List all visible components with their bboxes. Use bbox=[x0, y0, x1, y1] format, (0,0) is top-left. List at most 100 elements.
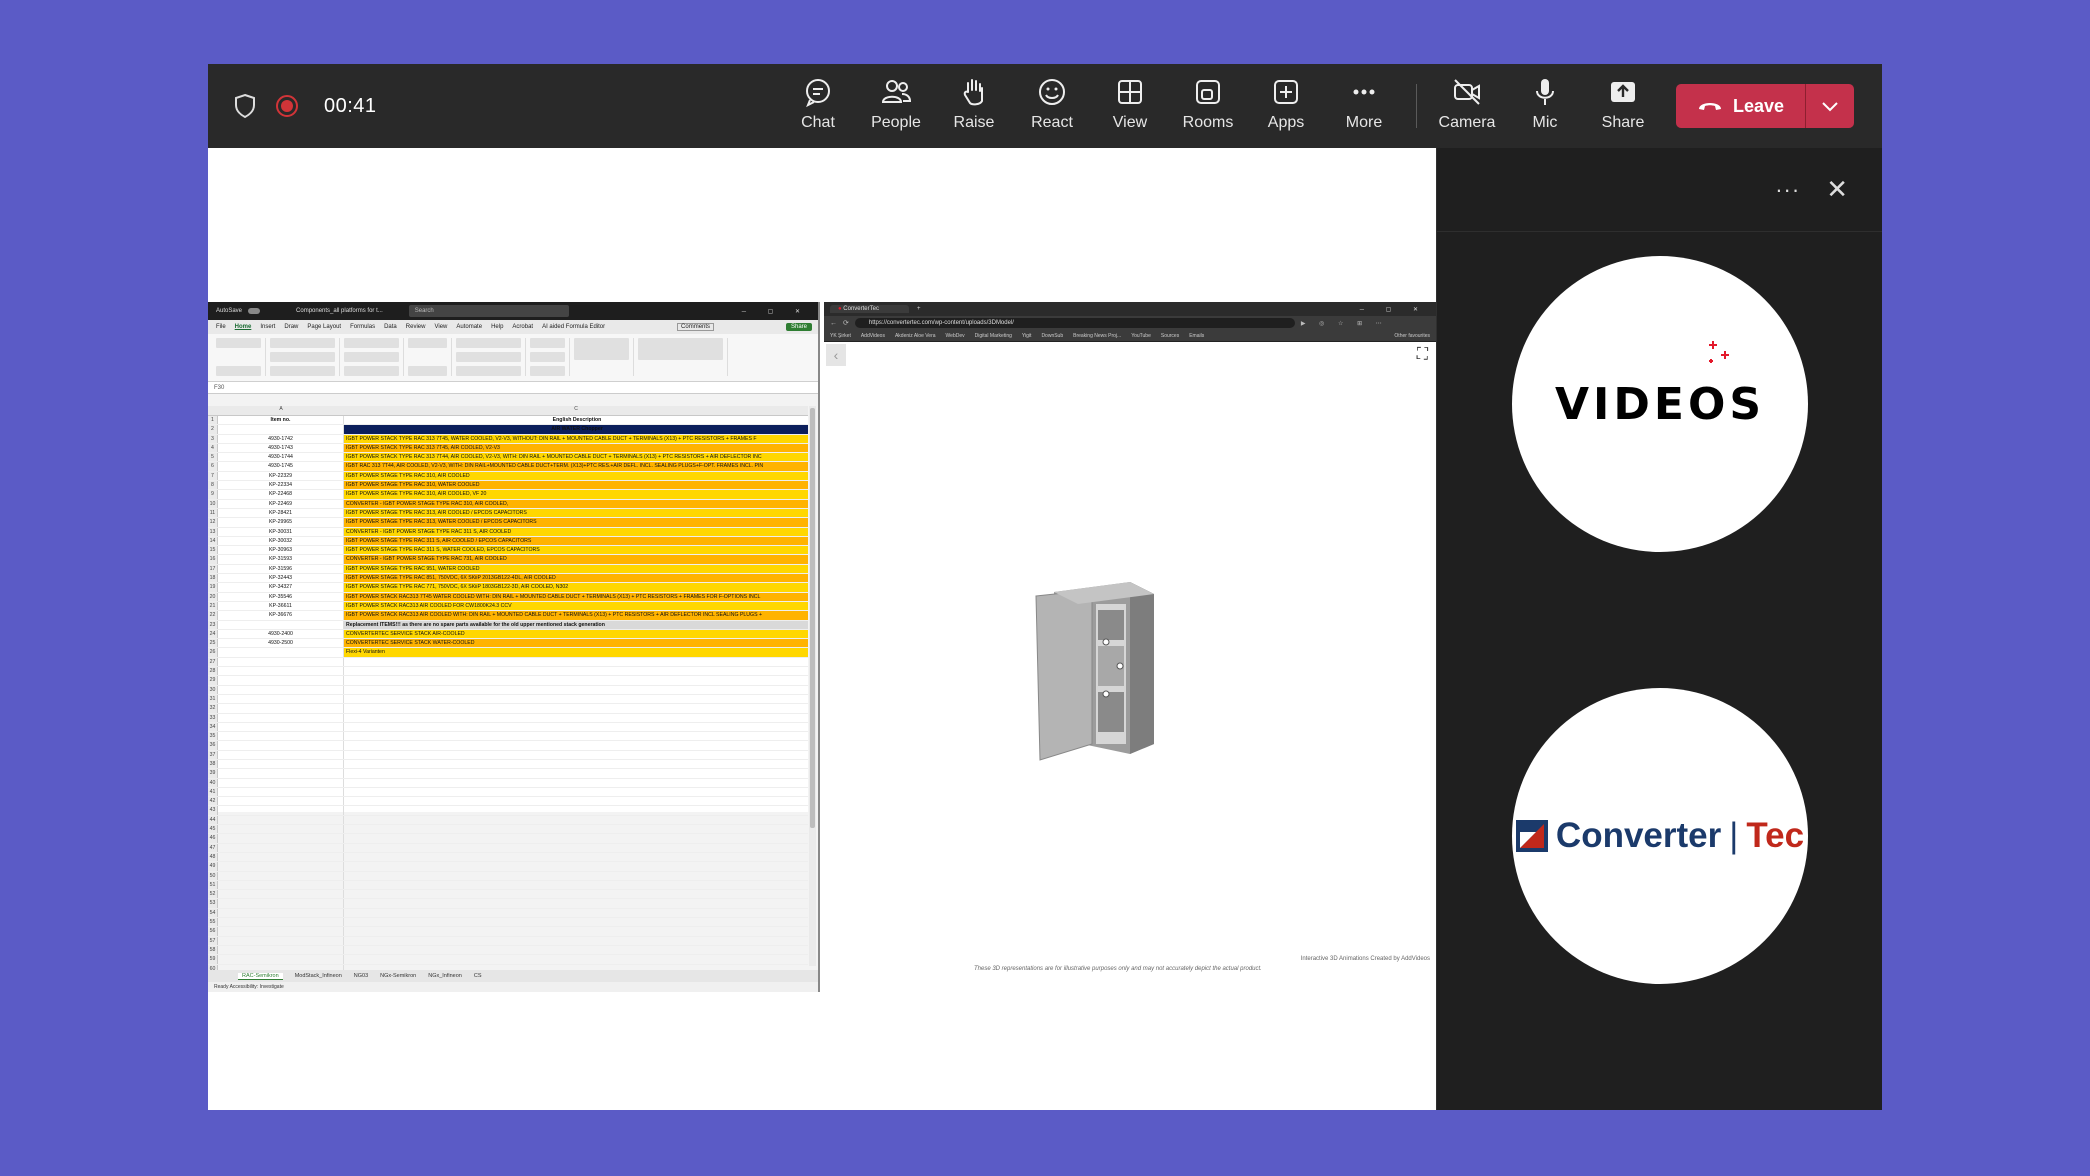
menu-insert[interactable]: Insert bbox=[260, 324, 275, 330]
view-button[interactable]: View bbox=[1095, 76, 1165, 138]
bookmark[interactable]: DownSub bbox=[1041, 333, 1063, 339]
empty-row[interactable]: 54 bbox=[208, 908, 808, 919]
camera-button[interactable]: Camera bbox=[1432, 76, 1502, 138]
table-row[interactable]: 1 Item no. English Description bbox=[208, 416, 808, 426]
item-number-cell[interactable] bbox=[218, 648, 344, 657]
description-cell[interactable]: IGBT POWER STACK TYPE RAC 313 7T44, AIR … bbox=[344, 453, 808, 462]
item-number-cell[interactable]: 4930-1744 bbox=[218, 453, 344, 462]
item-number-cell[interactable]: 4930-2400 bbox=[218, 629, 344, 639]
item-number-cell[interactable]: 4930-2500 bbox=[218, 639, 344, 648]
description-cell[interactable]: IGBT POWER STACK RAC313 AIR COOLED WITH:… bbox=[344, 611, 808, 620]
menu-ai-formula[interactable]: AI aided Formula Editor bbox=[542, 324, 605, 330]
table-row[interactable]: 15 KP-30963 IGBT POWER STAGE TYPE RAC 311 … bbox=[208, 546, 808, 556]
empty-row[interactable]: 41 bbox=[208, 787, 808, 798]
item-number-cell[interactable]: KP-31593 bbox=[218, 555, 344, 564]
empty-row[interactable]: 43 bbox=[208, 806, 808, 816]
table-row[interactable]: 12 KP-29965 IGBT POWER STAGE TYPE RAC 313,… bbox=[208, 518, 808, 528]
empty-row[interactable]: 51 bbox=[208, 880, 808, 891]
table-row[interactable]: 8 KP-22334 IGBT POWER STAGE TYPE RAC 310, … bbox=[208, 481, 808, 491]
description-cell[interactable]: IGBT POWER STAGE TYPE RAC 951, WATER COO… bbox=[344, 564, 808, 574]
description-cell[interactable]: IGBT POWER STAGE TYPE RAC 771, 750VDC, 6… bbox=[344, 583, 808, 592]
mic-button[interactable]: Mic bbox=[1510, 76, 1580, 138]
description-cell[interactable]: CONVERTERTEC SERVICE STACK AIR-COOLED bbox=[344, 629, 808, 639]
sheet-tab-ngx-semikron[interactable]: NGx-Semikron bbox=[380, 973, 416, 979]
menu-home[interactable]: Home bbox=[235, 324, 252, 330]
menu-automate[interactable]: Automate bbox=[456, 324, 482, 330]
ribbon-acrobat[interactable] bbox=[638, 338, 728, 376]
ribbon-clipboard[interactable] bbox=[216, 338, 266, 376]
empty-row[interactable]: 44 bbox=[208, 815, 808, 826]
item-number-cell[interactable]: KP-28421 bbox=[218, 508, 344, 518]
sheet-tab-rac-semikron[interactable]: RAC-Semikron bbox=[238, 972, 283, 980]
item-number-cell[interactable]: KP-22329 bbox=[218, 471, 344, 481]
table-row[interactable]: 3 4930-1742 IGBT POWER STACK TYPE RAC 313 … bbox=[208, 434, 808, 444]
item-number-cell[interactable]: KP-36611 bbox=[218, 601, 344, 611]
cabinet-3d-model[interactable] bbox=[1032, 574, 1162, 764]
window-controls[interactable]: ─ ▢ ✕ bbox=[742, 308, 810, 315]
fullscreen-icon[interactable]: ⛶ bbox=[1417, 346, 1428, 364]
description-cell[interactable]: CONVERTERTEC SERVICE STACK WATER-COOLED bbox=[344, 639, 808, 648]
empty-row[interactable]: 48 bbox=[208, 852, 808, 863]
browser-tab[interactable]: ● ConverterTec bbox=[830, 305, 909, 313]
empty-row[interactable]: 32 bbox=[208, 704, 808, 714]
window-controls[interactable]: ─ ▢ ✕ bbox=[1360, 306, 1428, 313]
table-row[interactable]: 7 KP-22329 IGBT POWER STAGE TYPE RAC 310, … bbox=[208, 471, 808, 482]
empty-row[interactable]: 52 bbox=[208, 890, 808, 900]
table-row[interactable]: 26 Flexi-4 Varianten bbox=[208, 648, 808, 658]
table-row[interactable]: 5 4930-1744 IGBT POWER STACK TYPE RAC 313 … bbox=[208, 453, 808, 463]
empty-row[interactable]: 30 bbox=[208, 685, 808, 695]
leave-button[interactable]: Leave bbox=[1676, 84, 1806, 128]
bookmark[interactable]: Other favourites bbox=[1394, 333, 1430, 339]
participant-tile-videos[interactable]: VIDEOS bbox=[1512, 256, 1808, 552]
empty-row[interactable]: 50 bbox=[208, 871, 808, 881]
description-cell[interactable]: IGBT POWER STAGE TYPE RAC 310, WATER COO… bbox=[344, 481, 808, 490]
table-row[interactable]: 6 4930-1745 IGBT RAC 313 7T44, AIR COOLED,… bbox=[208, 462, 808, 472]
description-cell[interactable]: IGBT POWER STACK RAC313 AIR COOLED FOR C… bbox=[344, 601, 808, 611]
excel-search-box[interactable]: Search bbox=[408, 305, 569, 317]
ribbon-cells[interactable] bbox=[530, 338, 570, 376]
excel-share-button[interactable]: Share bbox=[785, 323, 812, 331]
empty-row[interactable]: 36 bbox=[208, 741, 808, 751]
menu-file[interactable]: File bbox=[216, 324, 226, 330]
menu-help[interactable]: Help bbox=[491, 324, 503, 330]
table-row[interactable]: 16 KP-31593 CONVERTER - IGBT POWER STAGE T… bbox=[208, 555, 808, 565]
ribbon-editing[interactable] bbox=[574, 338, 634, 376]
ribbon-number[interactable] bbox=[408, 338, 452, 376]
menu-formulas[interactable]: Formulas bbox=[350, 324, 375, 330]
bookmark[interactable]: Yigit bbox=[1022, 333, 1032, 339]
item-number-cell[interactable]: KP-31596 bbox=[218, 564, 344, 574]
empty-row[interactable]: 38 bbox=[208, 759, 808, 770]
3d-viewer[interactable]: ‹ ⛶ Interactive 3D Animations Created by… bbox=[824, 342, 1436, 992]
bookmark[interactable]: WebDev bbox=[946, 333, 965, 339]
description-cell[interactable]: CONVERTER - IGBT POWER STAGE TYPE RAC 31… bbox=[344, 499, 808, 508]
bookmark[interactable]: YouTube bbox=[1131, 333, 1151, 339]
close-icon[interactable]: ✕ bbox=[1826, 174, 1848, 205]
item-number-cell[interactable]: KP-30963 bbox=[218, 546, 344, 555]
item-number-cell[interactable]: KP-32443 bbox=[218, 574, 344, 583]
description-cell[interactable]: IGBT POWER STAGE TYPE RAC 311 S, WATER C… bbox=[344, 546, 808, 555]
description-cell[interactable]: IGBT POWER STAGE TYPE RAC 313, AIR COOLE… bbox=[344, 508, 808, 518]
raise-hand-button[interactable]: Raise bbox=[939, 76, 1009, 138]
table-row[interactable]: 22 KP-36676 IGBT POWER STACK RAC313 AIR CO… bbox=[208, 611, 808, 621]
table-row[interactable]: 17 KP-31596 IGBT POWER STAGE TYPE RAC 951,… bbox=[208, 564, 808, 575]
description-cell[interactable]: Flexi-4 Varianten bbox=[344, 648, 808, 657]
sheet-tab-cs[interactable]: CS bbox=[474, 973, 482, 979]
ribbon-font[interactable] bbox=[270, 338, 340, 376]
table-row[interactable]: 25 4930-2500 CONVERTERTEC SERVICE STACK WA… bbox=[208, 639, 808, 649]
item-number-cell[interactable]: 4930-1743 bbox=[218, 443, 344, 453]
nav-back-icon[interactable]: ← bbox=[830, 320, 837, 327]
cell-reference[interactable]: F30 bbox=[214, 385, 224, 391]
empty-row[interactable]: 59 bbox=[208, 955, 808, 965]
table-row[interactable]: 14 KP-30032 IGBT POWER STAGE TYPE RAC 311 … bbox=[208, 536, 808, 547]
item-number-cell[interactable]: 4930-1742 bbox=[218, 434, 344, 443]
leave-options-button[interactable] bbox=[1806, 84, 1854, 128]
item-number-cell[interactable]: KP-35546 bbox=[218, 592, 344, 601]
empty-row[interactable]: 37 bbox=[208, 750, 808, 760]
address-bar[interactable]: https://convertertec.com/wp-content/uplo… bbox=[854, 318, 1295, 328]
table-row[interactable]: 23 Replacement ITEMS!!! as there are no s… bbox=[208, 620, 808, 630]
empty-row[interactable]: 40 bbox=[208, 778, 808, 788]
table-row[interactable]: 10 KP-22469 CONVERTER - IGBT POWER STAGE T… bbox=[208, 499, 808, 509]
bookmark[interactable]: YK Şirket bbox=[830, 333, 851, 339]
menu-page-layout[interactable]: Page Layout bbox=[307, 324, 341, 330]
description-cell[interactable]: CONVERTER - IGBT POWER STAGE TYPE RAC 31… bbox=[344, 527, 808, 536]
